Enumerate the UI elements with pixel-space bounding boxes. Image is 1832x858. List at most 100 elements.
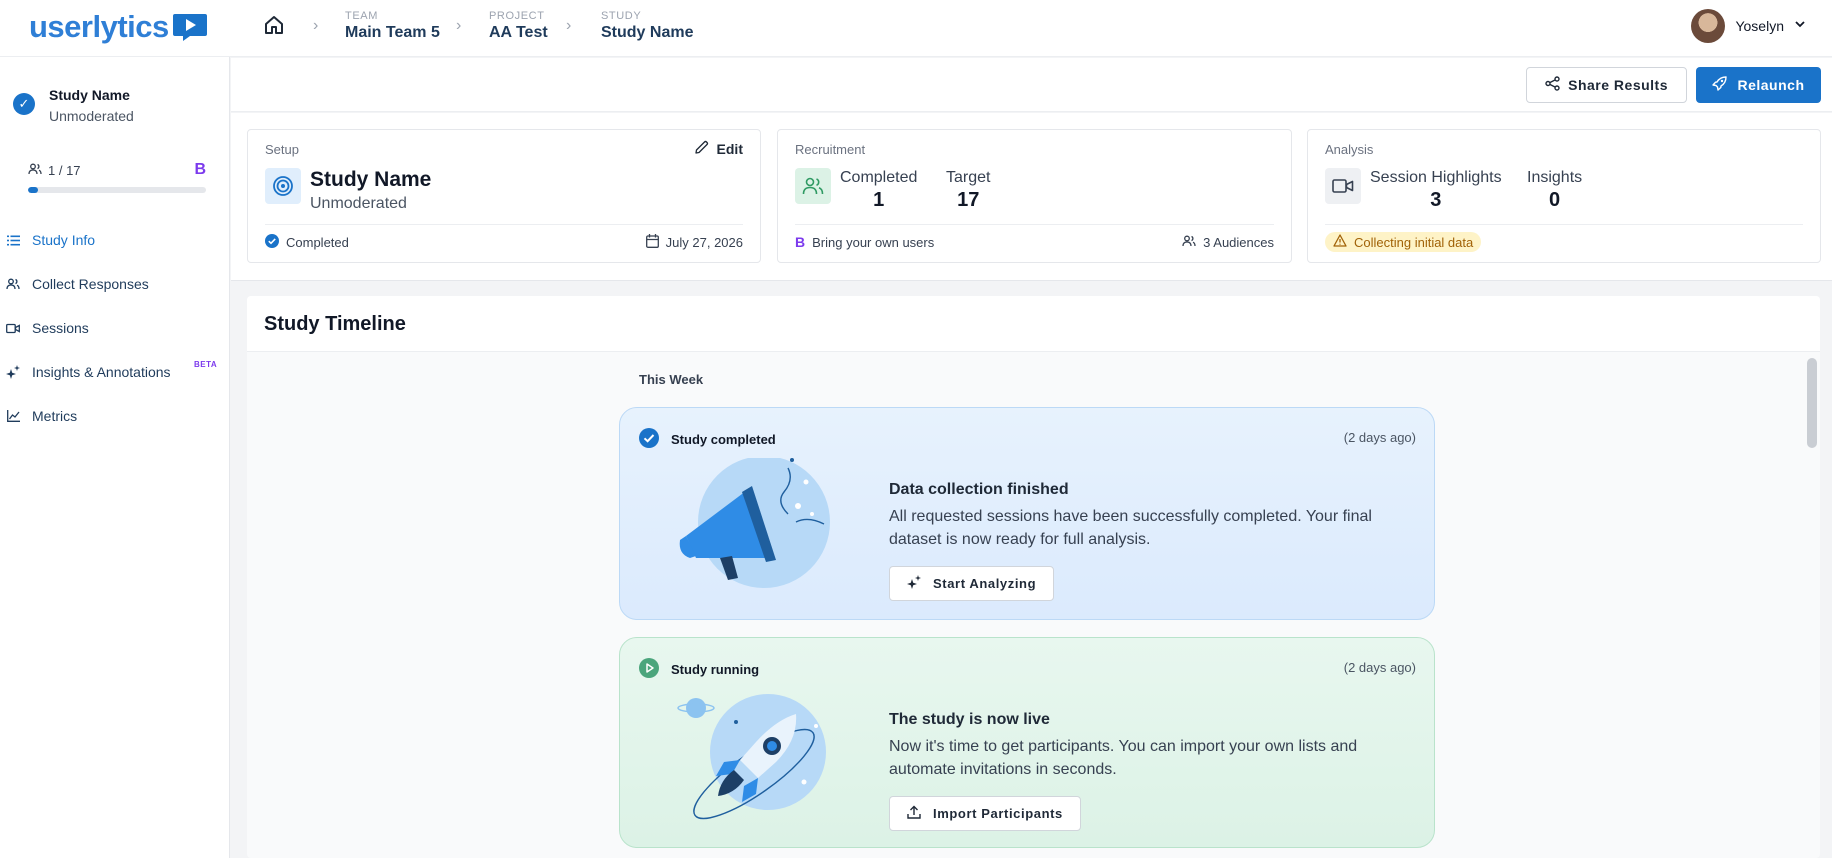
list-icon bbox=[6, 233, 20, 247]
setup-study-type: Unmoderated bbox=[310, 195, 407, 212]
highlights-stat: Session Highlights 3 bbox=[1370, 169, 1502, 212]
sidebar-study-type: Unmoderated bbox=[49, 108, 134, 124]
megaphone-illustration bbox=[676, 456, 836, 598]
analysis-label: Analysis bbox=[1325, 142, 1374, 157]
pencil-icon bbox=[694, 140, 709, 158]
divider bbox=[265, 224, 743, 225]
divider bbox=[795, 224, 1274, 225]
event-title: Data collection finished bbox=[889, 481, 1069, 498]
highlights-value: 3 bbox=[1430, 189, 1442, 211]
user-menu[interactable]: Yoselyn bbox=[1691, 9, 1806, 43]
home-icon[interactable] bbox=[262, 13, 288, 39]
sidebar-item-label: Metrics bbox=[32, 408, 78, 424]
breadcrumb-key: PROJECT bbox=[489, 10, 545, 22]
check-circle-icon: ✓ bbox=[13, 93, 35, 115]
progress-text: 1 / 17 bbox=[48, 162, 81, 178]
recruitment-label: Recruitment bbox=[795, 142, 866, 157]
event-head: Study completed bbox=[671, 432, 776, 447]
import-participants-label: Import Participants bbox=[933, 806, 1063, 821]
audiences-count[interactable]: 3 Audiences bbox=[1182, 235, 1274, 250]
timeline-title: Study Timeline bbox=[247, 296, 1820, 352]
sidebar-item-collect-responses[interactable]: Collect Responses bbox=[0, 262, 230, 306]
setup-status-text: Completed bbox=[286, 235, 349, 250]
recruitment-source-text: Bring your own users bbox=[812, 234, 935, 250]
setup-study-title: Study Name bbox=[310, 168, 432, 191]
insights-value: 0 bbox=[1549, 189, 1561, 211]
chevron-right-icon: › bbox=[313, 17, 319, 34]
timeline-scrollbar[interactable] bbox=[1806, 352, 1818, 858]
rocket-illustration bbox=[676, 686, 836, 826]
sidebar-study-summary: ✓ Study Name Unmoderated bbox=[13, 87, 134, 124]
users-icon bbox=[6, 277, 20, 291]
progress-bar-fill bbox=[28, 187, 39, 193]
upload-icon bbox=[907, 805, 921, 822]
target-icon bbox=[265, 168, 301, 204]
sparkle-icon bbox=[6, 365, 20, 379]
study-timeline: Study Timeline This Week Study completed… bbox=[247, 296, 1820, 858]
sidebar-item-study-info[interactable]: Study Info bbox=[0, 218, 230, 262]
sidebar-item-sessions[interactable]: Sessions bbox=[0, 306, 230, 350]
timeline-event-running: Study running (2 days ago) The study is … bbox=[619, 637, 1435, 848]
timeline-week-label: This Week bbox=[639, 372, 704, 387]
analysis-card: Analysis Session Highlights 3 Insights 0… bbox=[1307, 129, 1821, 263]
byou-badge: B bbox=[795, 234, 806, 250]
edit-button[interactable]: Edit bbox=[694, 140, 743, 158]
breadcrumb-study[interactable]: STUDY Study Name bbox=[601, 10, 693, 42]
breadcrumb-value: AA Test bbox=[489, 24, 548, 41]
warning-icon bbox=[1333, 234, 1347, 250]
breadcrumb-key: TEAM bbox=[345, 10, 378, 22]
users-icon bbox=[795, 168, 831, 204]
breadcrumb-key: STUDY bbox=[601, 10, 642, 22]
sidebar-item-metrics[interactable]: Metrics bbox=[0, 394, 230, 438]
users-icon bbox=[1182, 235, 1196, 250]
setup-card: Setup Edit Study Name Unmoderated Comple… bbox=[247, 129, 761, 263]
highlights-label: Session Highlights bbox=[1370, 169, 1502, 186]
logo-play-icon bbox=[172, 12, 208, 42]
setup-label: Setup bbox=[265, 142, 299, 157]
sidebar-study-title: Study Name bbox=[49, 87, 130, 103]
chevron-down-icon bbox=[1794, 17, 1806, 35]
chevron-right-icon: › bbox=[456, 17, 462, 34]
relaunch-button[interactable]: Relaunch bbox=[1696, 67, 1821, 103]
timeline-event-completed: Study completed (2 days ago) Data collec… bbox=[619, 407, 1435, 620]
setup-status: Completed bbox=[265, 234, 349, 251]
insights-label: Insights bbox=[1527, 169, 1583, 186]
sidebar-item-label: Collect Responses bbox=[32, 276, 149, 292]
check-circle-icon bbox=[639, 428, 659, 451]
sidebar: ✓ Study Name Unmoderated 1 / 17 B Study … bbox=[0, 57, 230, 858]
event-time: (2 days ago) bbox=[1343, 660, 1416, 675]
logo-text: userlytics bbox=[29, 9, 169, 44]
chevron-right-icon: › bbox=[566, 17, 572, 34]
video-icon bbox=[6, 321, 20, 335]
completed-stat: Completed 1 bbox=[840, 169, 917, 212]
start-analyzing-button[interactable]: Start Analyzing bbox=[889, 566, 1055, 601]
breadcrumb-value: Study Name bbox=[601, 24, 694, 41]
analysis-status-badge: Collecting initial data bbox=[1325, 232, 1482, 252]
import-participants-button[interactable]: Import Participants bbox=[889, 796, 1081, 831]
audiences-text: 3 Audiences bbox=[1203, 234, 1274, 250]
setup-date: July 27, 2026 bbox=[645, 234, 743, 251]
event-body: Now it's time to get participants. You c… bbox=[889, 738, 1358, 778]
event-title: The study is now live bbox=[889, 711, 1050, 728]
sidebar-item-label: Insights & Annotations bbox=[32, 364, 171, 380]
calendar-icon bbox=[645, 234, 659, 251]
breadcrumb-project[interactable]: PROJECT AA Test bbox=[489, 10, 548, 42]
top-bar: userlytics › TEAM Main Team 5 › PROJECT … bbox=[0, 0, 1832, 57]
share-results-button[interactable]: Share Results bbox=[1526, 67, 1687, 103]
start-analyzing-label: Start Analyzing bbox=[933, 576, 1037, 591]
avatar bbox=[1691, 9, 1726, 43]
share-results-label: Share Results bbox=[1568, 77, 1668, 93]
play-circle-icon bbox=[639, 658, 659, 681]
completed-label: Completed bbox=[840, 169, 918, 186]
user-name: Yoselyn bbox=[1735, 18, 1784, 34]
sidebar-item-insights[interactable]: Insights & Annotations BETA bbox=[0, 350, 230, 394]
action-bar: Share Results Relaunch bbox=[231, 58, 1832, 112]
rocket-icon bbox=[1712, 76, 1728, 94]
target-label: Target bbox=[946, 169, 991, 186]
summary-cards: Setup Edit Study Name Unmoderated Comple… bbox=[231, 113, 1832, 281]
userlytics-logo[interactable]: userlytics bbox=[29, 9, 208, 45]
recruitment-source: B Bring your own users bbox=[795, 234, 934, 250]
breadcrumb-team[interactable]: TEAM Main Team 5 bbox=[345, 10, 440, 42]
scrollbar-thumb[interactable] bbox=[1807, 358, 1817, 448]
event-head: Study running bbox=[671, 662, 760, 677]
